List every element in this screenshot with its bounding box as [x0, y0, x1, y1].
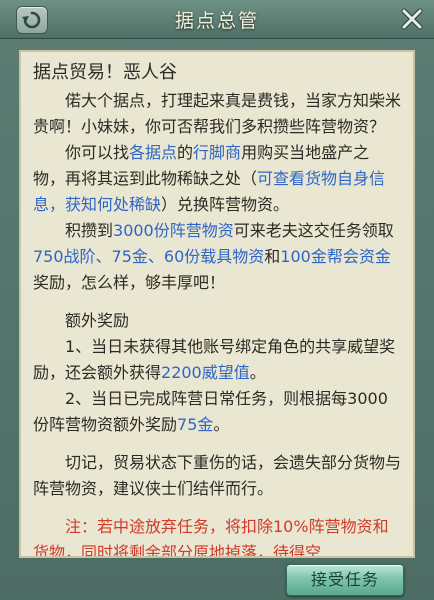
- highlight-prestige: 2200威望值: [161, 363, 250, 382]
- text-span: 可来老夫这交任务领取: [233, 221, 394, 240]
- text-span: 。: [249, 363, 266, 382]
- instructions-paragraph: 你可以找各据点的行脚商用购买当地盛产之物，再将其运到此物稀缺之处（可查看货物自身…: [33, 140, 401, 218]
- highlight-guild-funds: 100金帮会资金: [280, 247, 391, 266]
- warning-paragraph: 注：若中途放弃任务，将扣除10%阵营物资和货物，同时将剩余部分原地掉落，待得空: [33, 517, 389, 558]
- quest-dialog: 据点总管 据点贸易！恶人谷 偌大个据点，打理起来真是费钱，当家方知柴米贵啊！小妹…: [0, 0, 434, 600]
- text-span: ）兑换阵营物资。: [161, 195, 290, 214]
- extra-reward-2: 2、当日已完成阵营日常任务，则根据每3000份阵营物资额外奖励75金。: [33, 386, 401, 438]
- caution-paragraph: 切记，贸易状态下重伤的话，会遗失部分货物与阵营物资，建议侠士们结伴而行。: [33, 453, 402, 498]
- quest-text-panel[interactable]: 据点贸易！恶人谷 偌大个据点，打理起来真是费钱，当家方知柴米贵啊！小妹妹，你可否…: [19, 50, 415, 558]
- text-span: 你可以找: [65, 143, 130, 162]
- quest-heading: 据点贸易！恶人谷: [33, 62, 177, 83]
- highlight-gold: 75金: [177, 415, 214, 434]
- dialog-title: 据点总管: [174, 10, 259, 32]
- highlight-rewards: 750战阶、75金、60份载具物资: [33, 247, 265, 266]
- close-button[interactable]: [398, 5, 426, 33]
- extra-reward-1: 1、当日未获得其他账号绑定角色的共享威望奖励，还会额外获得2200威望值。: [33, 334, 401, 386]
- text-span: 和: [264, 247, 281, 266]
- intro-paragraph: 偌大个据点，打理起来真是费钱，当家方知柴米贵啊！小妹妹，你可否帮我们多积攒些阵营…: [33, 91, 402, 136]
- extra-reward-title: 额外奖励: [65, 311, 130, 330]
- link-merchant: 行脚商: [193, 143, 242, 162]
- title-bar: 据点总管: [0, 0, 434, 39]
- text-span: 奖励，怎么样，够丰厚吧！: [33, 273, 226, 292]
- highlight-supplies: 3000份阵营物资: [113, 221, 234, 240]
- text-span: 积攒到: [65, 221, 114, 240]
- accept-quest-button[interactable]: 接受任务: [286, 564, 404, 596]
- close-x-icon: [401, 8, 423, 30]
- text-span: 的: [177, 143, 194, 162]
- dialog-footer: 接受任务: [0, 560, 434, 600]
- text-span: 。: [213, 415, 230, 434]
- reward-paragraph: 积攒到3000份阵营物资可来老夫这交任务领取 750战阶、75金、60份载具物资和…: [33, 218, 401, 296]
- link-stronghold: 各据点: [129, 143, 178, 162]
